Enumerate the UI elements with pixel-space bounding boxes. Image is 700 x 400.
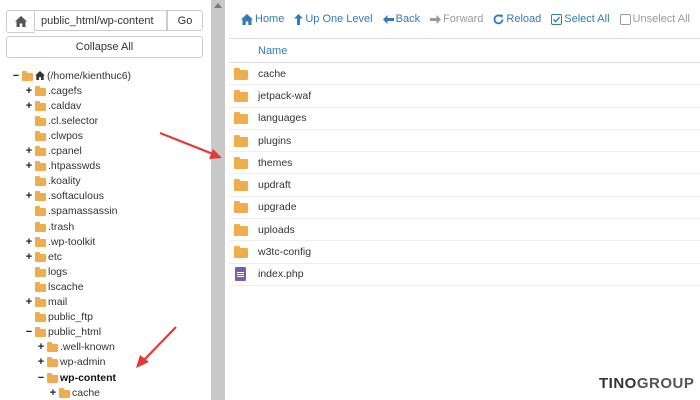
annotation-overlay <box>136 131 222 368</box>
arrow-pointing-to-wp-content <box>136 326 177 368</box>
arrow-pointing-to-themes <box>159 131 222 159</box>
brand-watermark: TINOGROUP <box>599 375 695 392</box>
